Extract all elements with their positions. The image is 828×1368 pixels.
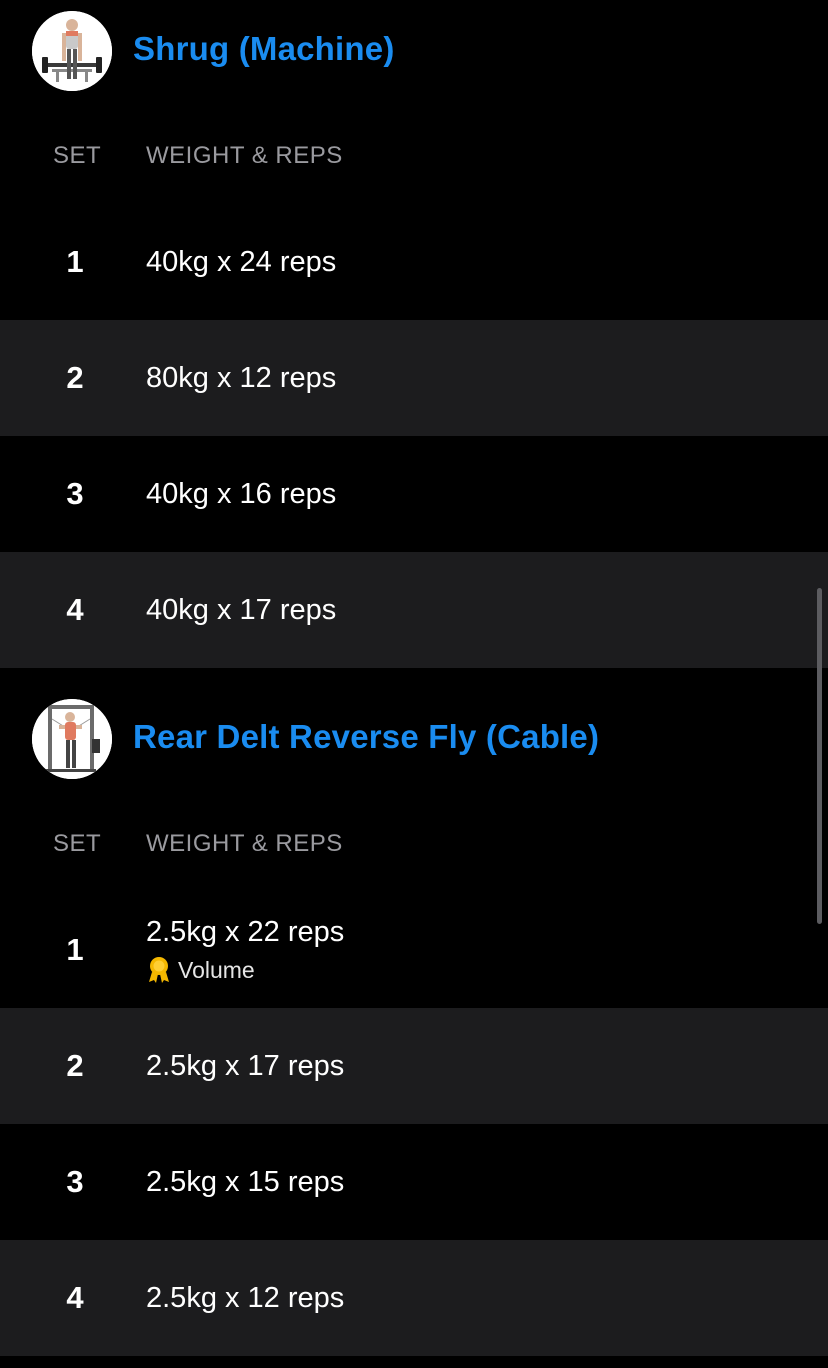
set-weight-reps: 2.5kg x 17 reps [146,1050,345,1082]
set-column-header: SET [53,830,102,857]
shrug-machine-illustration [32,11,112,91]
set-number: 4 [66,1280,84,1315]
set-number: 1 [66,244,84,279]
column-header-row: SET WEIGHT & REPS [0,818,828,868]
set-number: 2 [66,360,84,395]
exercise-thumbnail-icon[interactable] [32,11,112,91]
set-weight-reps: 2.5kg x 12 reps [146,1282,345,1314]
set-row: 2 80kg x 12 reps [0,320,828,436]
set-number: 3 [66,476,84,511]
set-row: 3 40kg x 16 reps [0,436,828,552]
set-number: 2 [66,1048,84,1083]
exercise-header-rear-delt-fly[interactable]: Rear Delt Reverse Fly (Cable) [0,688,828,792]
workout-detail-page: Shrug (Machine) SET WEIGHT & REPS 1 40kg… [0,0,828,1368]
exercise-header-shrug[interactable]: Shrug (Machine) [0,0,828,104]
set-number: 1 [66,932,84,967]
set-row: 3 2.5kg x 15 reps [0,1124,828,1240]
set-row: 4 40kg x 17 reps [0,552,828,668]
set-number: 3 [66,1164,84,1199]
medal-icon [146,956,172,984]
weight-reps-column-header: WEIGHT & REPS [146,830,343,857]
set-weight-reps: 40kg x 17 reps [146,594,337,626]
set-weight-reps: 2.5kg x 22 reps [146,916,345,948]
set-weight-reps: 40kg x 16 reps [146,478,337,510]
volume-pr-badge: Volume [146,956,255,984]
exercise-title[interactable]: Shrug (Machine) [133,30,395,68]
set-row: 2 2.5kg x 17 reps [0,1008,828,1124]
set-number: 4 [66,592,84,627]
set-row: 4 2.5kg x 12 reps [0,1240,828,1356]
exercise-thumbnail-icon[interactable] [32,699,112,779]
exercise-title[interactable]: Rear Delt Reverse Fly (Cable) [133,718,599,756]
cable-fly-illustration [32,699,112,779]
badge-label: Volume [178,956,255,983]
column-header-row: SET WEIGHT & REPS [0,130,828,180]
set-weight-reps: 80kg x 12 reps [146,362,337,394]
set-column-header: SET [53,142,102,169]
set-row: 1 40kg x 24 reps [0,204,828,320]
set-row: 1 2.5kg x 22 reps Volume [0,892,828,1008]
weight-reps-column-header: WEIGHT & REPS [146,142,343,169]
set-weight-reps: 40kg x 24 reps [146,246,337,278]
scrollbar[interactable] [817,588,822,924]
set-weight-reps: 2.5kg x 15 reps [146,1166,345,1198]
